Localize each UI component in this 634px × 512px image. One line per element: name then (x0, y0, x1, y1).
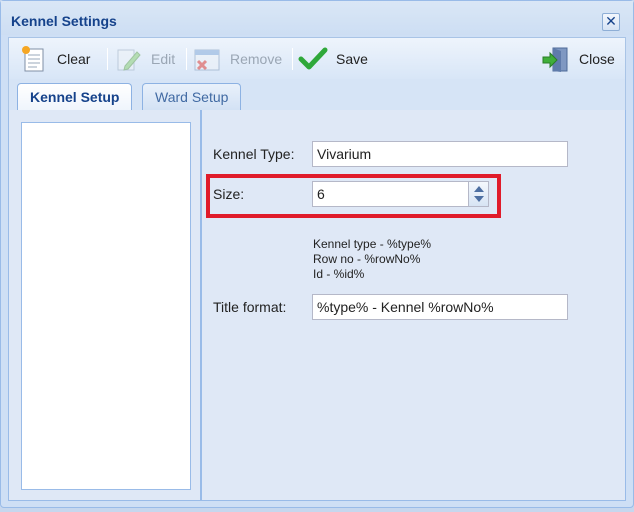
title-format-label: Title format: (213, 299, 287, 315)
kennel-settings-window: Kennel Settings ✕ Clear Edit Remove Save… (0, 0, 634, 508)
size-field-highlight (206, 174, 501, 218)
title-format-field[interactable]: %type% - Kennel %rowNo% (312, 294, 568, 320)
edit-button[interactable]: Edit (113, 38, 175, 80)
panel-splitter[interactable] (200, 110, 202, 500)
close-label: Close (579, 51, 615, 67)
exit-door-icon (541, 44, 571, 74)
toolbar-separator (292, 48, 293, 70)
clear-icon (19, 44, 49, 74)
tab-ward-setup[interactable]: Ward Setup (142, 83, 242, 111)
remove-label: Remove (230, 51, 283, 67)
pencil-icon (113, 44, 143, 74)
tab-strip: Kennel Setup Ward Setup (8, 79, 626, 112)
title-format-help: Kennel type - %type% Row no - %rowNo% Id… (313, 237, 431, 282)
clear-label: Clear (57, 51, 91, 67)
kennel-type-field[interactable]: Vivarium (312, 141, 568, 167)
toolbar-separator (186, 48, 187, 70)
help-line: Row no - %rowNo% (313, 252, 421, 266)
help-line: Kennel type - %type% (313, 237, 432, 251)
kennel-type-label: Kennel Type: (213, 146, 295, 162)
close-button[interactable]: Close (541, 38, 615, 80)
edit-label: Edit (151, 51, 176, 67)
save-label: Save (336, 51, 368, 67)
window-close-icon[interactable]: ✕ (602, 13, 620, 31)
toolbar-separator (107, 48, 108, 70)
remove-button[interactable]: Remove (192, 38, 282, 80)
window-titlebar[interactable]: Kennel Settings ✕ (1, 1, 633, 35)
checkmark-icon (298, 44, 328, 74)
remove-icon (192, 44, 222, 74)
save-button[interactable]: Save (298, 38, 368, 80)
help-line: Id - %id% (313, 267, 365, 281)
tab-kennel-setup[interactable]: Kennel Setup (17, 83, 133, 112)
window-bottom-edge (0, 508, 634, 512)
kennel-list-panel[interactable] (21, 122, 191, 490)
window-title: Kennel Settings (11, 13, 117, 29)
toolbar: Clear Edit Remove Save Close (8, 37, 626, 79)
clear-button[interactable]: Clear (19, 38, 90, 80)
